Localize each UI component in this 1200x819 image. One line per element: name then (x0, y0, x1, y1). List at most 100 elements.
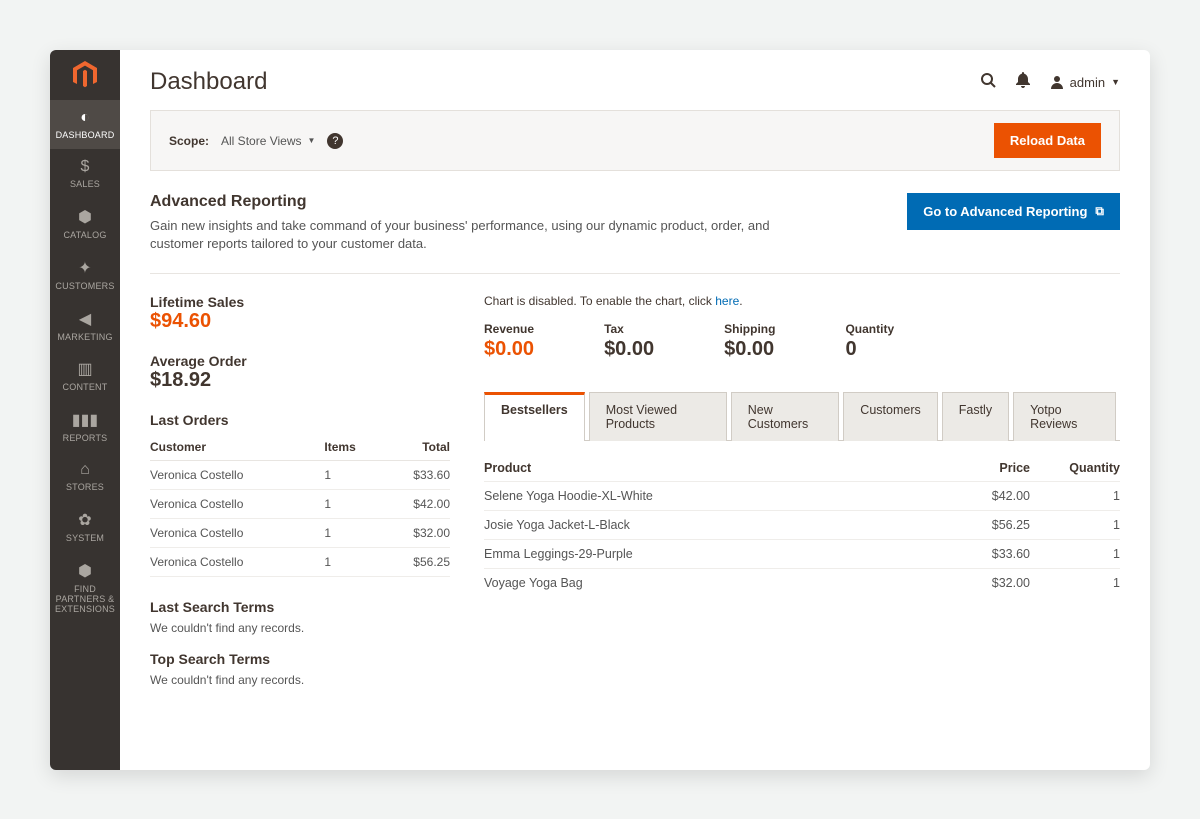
bell-icon[interactable] (1016, 72, 1030, 93)
scope-select[interactable]: All Store Views ▼ (221, 134, 315, 148)
cell-items: 1 (304, 490, 389, 519)
tab-customers[interactable]: Customers (843, 392, 937, 441)
metric-value: 0 (845, 338, 894, 361)
metric-quantity: Quantity 0 (845, 322, 894, 361)
col-items: Items (304, 434, 389, 461)
sidebar-item-label: REPORTS (63, 434, 108, 444)
logo[interactable] (50, 50, 120, 100)
top-search-title: Top Search Terms (150, 651, 450, 667)
metric-label: Tax (604, 322, 654, 336)
cell-customer: Veronica Costello (150, 519, 304, 548)
sidebar-item-customers[interactable]: ✦ CUSTOMERS (50, 249, 120, 300)
tab-bestsellers[interactable]: Bestsellers (484, 392, 585, 441)
table-row[interactable]: Emma Leggings-29-Purple $33.60 1 (484, 540, 1120, 569)
cell-quantity: 1 (1030, 482, 1120, 511)
tab-new-customers[interactable]: New Customers (731, 392, 840, 441)
cell-items: 1 (304, 548, 389, 577)
sidebar-item-dashboard[interactable]: ◐ DASHBOARD (50, 100, 120, 149)
topbar: Dashboard admin ▼ (150, 68, 1120, 96)
scope-left: Scope: All Store Views ▼ ? (169, 133, 343, 149)
lifetime-sales-value: $94.60 (150, 310, 450, 333)
table-row[interactable]: Veronica Costello 1 $33.60 (150, 461, 450, 490)
sidebar-item-label: CONTENT (63, 383, 108, 393)
chart-note-prefix: Chart is disabled. To enable the chart, … (484, 294, 715, 308)
layout-icon: ▥ (77, 359, 92, 379)
caret-down-icon: ▼ (1111, 77, 1120, 87)
sidebar-item-label: FIND PARTNERS & EXTENSIONS (52, 585, 118, 615)
bestsellers-panel: Product Price Quantity Selene Yoga Hoodi… (484, 441, 1120, 597)
table-row[interactable]: Veronica Costello 1 $56.25 (150, 548, 450, 577)
sidebar-item-marketing[interactable]: ◀ MARKETING (50, 300, 120, 351)
tab-most-viewed[interactable]: Most Viewed Products (589, 392, 727, 441)
cell-items: 1 (304, 461, 389, 490)
cell-customer: Veronica Costello (150, 461, 304, 490)
advanced-reporting-text: Advanced Reporting Gain new insights and… (150, 193, 790, 253)
advanced-reporting-desc: Gain new insights and take command of yo… (150, 217, 790, 253)
sidebar-item-label: DASHBOARD (56, 131, 115, 141)
sidebar-item-label: CUSTOMERS (55, 282, 114, 292)
help-icon[interactable]: ? (327, 133, 343, 149)
search-icon[interactable] (980, 72, 996, 93)
metric-revenue: Revenue $0.00 (484, 322, 534, 361)
cell-product: Voyage Yoga Bag (484, 569, 940, 598)
cell-price: $32.00 (940, 569, 1030, 598)
cell-customer: Veronica Costello (150, 548, 304, 577)
sidebar-item-reports[interactable]: ▮▮▮ REPORTS (50, 401, 120, 452)
tabs: Bestsellers Most Viewed Products New Cus… (484, 391, 1120, 441)
chart-enable-link[interactable]: here (715, 294, 739, 308)
bars-icon: ▮▮▮ (72, 410, 98, 430)
cell-price: $56.25 (940, 511, 1030, 540)
sidebar-item-system[interactable]: ✿ SYSTEM (50, 501, 120, 552)
gauge-icon: ◐ (80, 109, 90, 127)
cell-total: $42.00 (389, 490, 450, 519)
sidebar-item-find-partners[interactable]: ⬢ FIND PARTNERS & EXTENSIONS (50, 552, 120, 623)
top-search-empty: We couldn't find any records. (150, 673, 450, 687)
col-product: Product (484, 455, 940, 482)
sidebar-item-label: SYSTEM (66, 534, 104, 544)
megaphone-icon: ◀ (79, 309, 91, 329)
dollar-icon: $ (81, 158, 90, 176)
reload-data-button[interactable]: Reload Data (994, 123, 1101, 158)
lifetime-sales-block: Lifetime Sales $94.60 (150, 294, 450, 333)
cell-product: Josie Yoga Jacket-L-Black (484, 511, 940, 540)
sidebar-item-label: STORES (66, 483, 104, 493)
cell-total: $56.25 (389, 548, 450, 577)
sidebar: ◐ DASHBOARD $ SALES ⬢ CATALOG ✦ CUSTOMER… (50, 50, 120, 770)
cell-product: Selene Yoga Hoodie-XL-White (484, 482, 940, 511)
sidebar-item-content[interactable]: ▥ CONTENT (50, 350, 120, 401)
metric-shipping: Shipping $0.00 (724, 322, 775, 361)
cell-product: Emma Leggings-29-Purple (484, 540, 940, 569)
sidebar-item-sales[interactable]: $ SALES (50, 149, 120, 198)
tab-fastly[interactable]: Fastly (942, 392, 1009, 441)
tab-yotpo[interactable]: Yotpo Reviews (1013, 392, 1116, 441)
table-row[interactable]: Josie Yoga Jacket-L-Black $56.25 1 (484, 511, 1120, 540)
caret-down-icon: ▼ (308, 136, 316, 145)
metrics-row: Revenue $0.00 Tax $0.00 Shipping $0.00 Q… (484, 322, 1120, 361)
metric-label: Shipping (724, 322, 775, 336)
cell-quantity: 1 (1030, 569, 1120, 598)
chart-disabled-note: Chart is disabled. To enable the chart, … (484, 294, 1120, 308)
store-icon: ⌂ (80, 461, 90, 479)
average-order-value: $18.92 (150, 369, 450, 392)
sidebar-item-label: CATALOG (63, 231, 106, 241)
body-columns: Lifetime Sales $94.60 Average Order $18.… (150, 294, 1120, 703)
cube-icon: ⬢ (78, 207, 92, 227)
top-actions: admin ▼ (980, 72, 1120, 93)
table-row[interactable]: Veronica Costello 1 $42.00 (150, 490, 450, 519)
last-search-title: Last Search Terms (150, 599, 450, 615)
cell-customer: Veronica Costello (150, 490, 304, 519)
advanced-reporting-button[interactable]: Go to Advanced Reporting ⧉ (907, 193, 1120, 230)
external-link-icon: ⧉ (1095, 204, 1104, 219)
main-content: Dashboard admin ▼ Scope: All Store (120, 50, 1150, 770)
table-row[interactable]: Voyage Yoga Bag $32.00 1 (484, 569, 1120, 598)
metric-value: $0.00 (724, 338, 775, 361)
table-row[interactable]: Selene Yoga Hoodie-XL-White $42.00 1 (484, 482, 1120, 511)
cell-quantity: 1 (1030, 540, 1120, 569)
page-title: Dashboard (150, 68, 267, 96)
sidebar-item-catalog[interactable]: ⬢ CATALOG (50, 198, 120, 249)
admin-user-menu[interactable]: admin ▼ (1050, 75, 1120, 90)
advanced-reporting-block: Advanced Reporting Gain new insights and… (150, 193, 1120, 274)
table-row[interactable]: Veronica Costello 1 $32.00 (150, 519, 450, 548)
sidebar-item-stores[interactable]: ⌂ STORES (50, 452, 120, 501)
metric-tax: Tax $0.00 (604, 322, 654, 361)
